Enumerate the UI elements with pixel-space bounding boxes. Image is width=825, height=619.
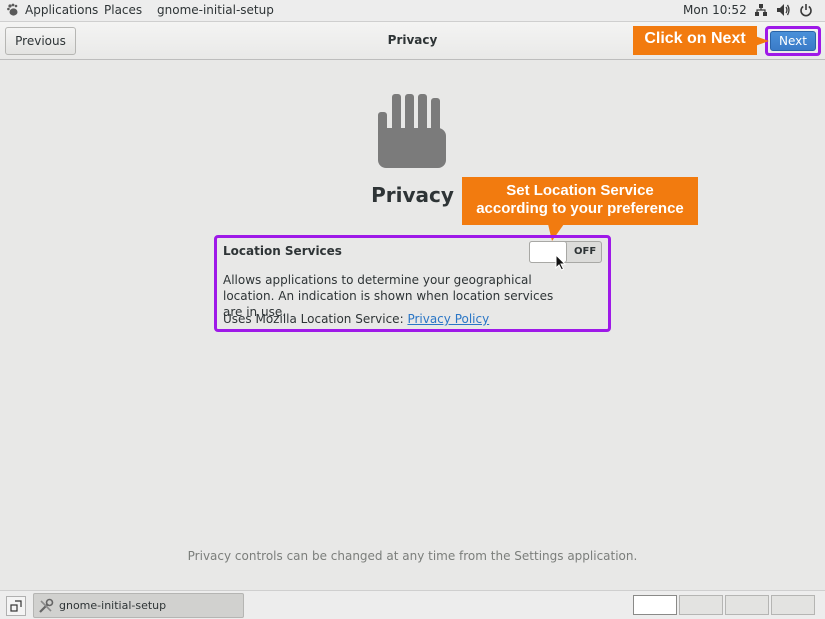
- places-menu[interactable]: Places: [104, 3, 142, 17]
- workspace-4[interactable]: [771, 595, 815, 615]
- footer-note: Privacy controls can be changed at any t…: [187, 549, 638, 563]
- setup-tools-icon: [39, 598, 54, 613]
- taskbar-window-button[interactable]: gnome-initial-setup: [33, 593, 244, 618]
- next-highlight: Next: [765, 26, 821, 56]
- taskbar-window-label: gnome-initial-setup: [59, 599, 167, 612]
- location-provider-text: Uses Mozilla Location Service: Privacy P…: [223, 312, 489, 326]
- show-desktop-icon: [10, 600, 22, 612]
- bottom-taskbar: gnome-initial-setup: [0, 590, 825, 619]
- next-button[interactable]: Next: [770, 31, 816, 51]
- clock[interactable]: Mon 10:52: [683, 3, 747, 17]
- callout-location-line2: according to your preference: [476, 200, 684, 217]
- network-icon[interactable]: [754, 3, 768, 17]
- location-provider-prefix: Uses Mozilla Location Service:: [223, 312, 408, 326]
- callout-location-line1: Set Location Service: [506, 182, 654, 199]
- show-desktop-button[interactable]: [6, 596, 26, 616]
- workspace-1[interactable]: [633, 595, 677, 615]
- top-panel: Applications Places gnome-initial-setup …: [0, 0, 825, 22]
- app-menu[interactable]: gnome-initial-setup: [157, 3, 274, 17]
- privacy-hand-icon: [378, 94, 446, 168]
- workspace-3[interactable]: [725, 595, 769, 615]
- location-services-label: Location Services: [223, 244, 342, 258]
- switch-state: OFF: [574, 246, 597, 257]
- mouse-pointer-icon: [555, 254, 567, 271]
- callout-next: Click on Next: [633, 26, 757, 55]
- gnome-foot-icon: [7, 3, 18, 16]
- applications-menu[interactable]: Applications: [6, 3, 98, 17]
- workspace-2[interactable]: [679, 595, 723, 615]
- applications-label: Applications: [25, 3, 99, 17]
- callout-next-pointer: [755, 36, 769, 46]
- privacy-policy-link[interactable]: Privacy Policy: [407, 312, 489, 326]
- volume-icon[interactable]: [776, 3, 791, 17]
- callout-location: Set Location Service according to your p…: [462, 177, 698, 225]
- power-icon[interactable]: [799, 3, 813, 17]
- page-title: Privacy: [371, 183, 454, 207]
